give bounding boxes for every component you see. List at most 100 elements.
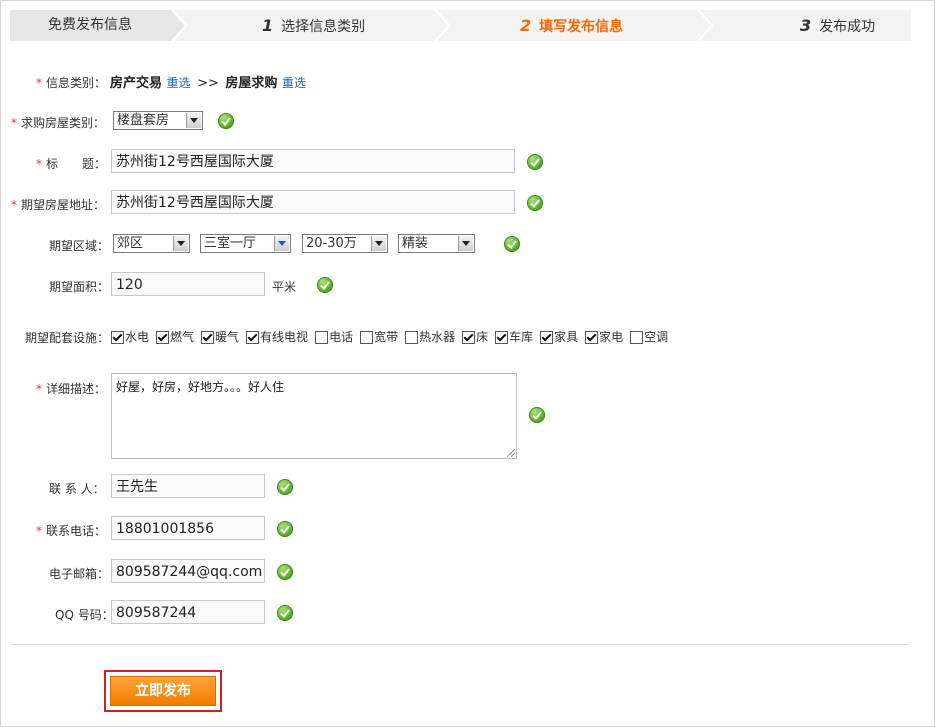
facility-checkbox[interactable] [111, 331, 124, 344]
qq-input[interactable]: 809587244 [111, 600, 265, 624]
facility-checkbox[interactable] [495, 331, 509, 344]
valid-check-icon [218, 113, 234, 129]
address-input[interactable]: 苏州街12号西屋国际大厦 [111, 190, 515, 214]
facility-option[interactable]: 宽带 [360, 330, 398, 344]
facility-checkbox[interactable] [201, 331, 215, 344]
facility-label: 电话 [329, 330, 354, 344]
region-label-text: 期望区域： [49, 239, 110, 253]
decoration-value: 精装 [402, 236, 429, 251]
facility-label: 空调 [644, 330, 669, 344]
facility-checkbox[interactable] [585, 331, 599, 344]
facility-checkbox[interactable] [246, 331, 260, 344]
reselect-secondary-link[interactable]: 重选 [282, 76, 306, 90]
email-input[interactable]: 809587244@qq.com [111, 559, 265, 583]
price-select[interactable]: 20-30万 [302, 234, 388, 253]
facility-option[interactable]: 家具 [540, 330, 578, 344]
step-label: 免费发布信息 [48, 17, 132, 33]
valid-check-icon [527, 195, 543, 211]
category-label-text: 信息类别： [46, 76, 107, 90]
size-value: 120 [116, 277, 143, 293]
facility-option[interactable]: 空调 [630, 330, 668, 344]
facility-label: 暖气 [215, 330, 240, 344]
district-value: 郊区 [117, 236, 144, 251]
valid-check-icon [277, 479, 293, 495]
size-input[interactable]: 120 [111, 272, 265, 296]
category-path: 房产交易 重选 >> 房屋求购 重选 [110, 72, 306, 91]
facility-checkbox[interactable] [156, 331, 170, 344]
size-label: 期望面积： [49, 278, 109, 295]
decoration-select[interactable]: 精装 [398, 234, 475, 253]
step-choose-category: 1 选择信息类别 [262, 10, 365, 41]
resize-grip-icon[interactable] [507, 449, 515, 457]
facility-checkbox[interactable] [462, 331, 476, 344]
rooms-select[interactable]: 三室一厅 [200, 234, 291, 253]
required-mark: * [36, 76, 42, 90]
phone-label-text: 联系电话： [46, 524, 107, 538]
phone-label: * 联系电话： [36, 522, 106, 539]
reselect-primary-link[interactable]: 重选 [167, 76, 191, 90]
required-mark: * [36, 524, 42, 538]
description-textarea[interactable]: 好屋，好房，好地方。。。好人住 [111, 373, 517, 459]
valid-check-icon [277, 605, 293, 621]
category-secondary: 房屋求购 [225, 76, 278, 91]
facility-option[interactable]: 车库 [495, 330, 533, 344]
facility-label: 燃气 [170, 330, 195, 344]
contact-label: 联 系 人： [49, 480, 105, 497]
submit-highlight: 立即发布 [104, 670, 222, 712]
facility-label: 家电 [599, 330, 624, 344]
contact-input[interactable]: 王先生 [111, 474, 265, 498]
facility-checkbox[interactable] [315, 331, 329, 344]
phone-input[interactable]: 18801001856 [111, 516, 265, 540]
house-type-label: * 求购房屋类别： [11, 114, 105, 131]
phone-value: 18801001856 [116, 521, 214, 537]
facility-label: 宽带 [374, 330, 399, 344]
facility-option[interactable]: 有线电视 [246, 330, 308, 344]
facility-checkbox[interactable] [360, 331, 374, 344]
facility-option[interactable]: 水电 [111, 330, 149, 344]
facility-checkbox[interactable] [540, 331, 554, 344]
required-mark: * [11, 116, 17, 130]
title-input[interactable]: 苏州街12号西屋国际大厦 [111, 149, 515, 173]
contact-value: 王先生 [116, 479, 158, 495]
qq-label-text: QQ 号码： [55, 608, 114, 622]
category-separator: >> [197, 76, 219, 91]
facility-option[interactable]: 热水器 [405, 330, 455, 344]
address-label-text: 期望房屋地址： [21, 198, 106, 212]
facility-option[interactable]: 燃气 [156, 330, 194, 344]
facility-option[interactable]: 电话 [315, 330, 353, 344]
facility-option[interactable]: 家电 [585, 330, 623, 344]
facility-checkbox[interactable] [405, 331, 419, 344]
step-label: 选择信息类别 [281, 19, 366, 35]
valid-check-icon [527, 154, 543, 170]
step-label: 发布成功 [819, 19, 876, 35]
title-label: * 标 题： [36, 155, 106, 172]
facility-option[interactable]: 暖气 [201, 330, 239, 344]
facility-checkbox[interactable] [630, 331, 644, 344]
facility-label: 车库 [509, 330, 534, 344]
title-label-text: 标 题： [46, 157, 107, 171]
valid-check-icon [529, 407, 545, 423]
required-mark: * [36, 382, 42, 396]
required-mark: * [36, 157, 42, 171]
facility-label: 水电 [125, 330, 150, 344]
district-select[interactable]: 郊区 [113, 234, 190, 253]
email-value: 809587244@qq.com [116, 564, 263, 580]
step-fill-info: 2 填写发布信息 [520, 10, 623, 41]
category-label: * 信息类别： [36, 74, 106, 91]
price-value: 20-30万 [306, 236, 357, 251]
qq-label: QQ 号码： [55, 606, 114, 623]
house-type-select[interactable]: 楼盘套房 [113, 111, 203, 130]
rooms-value: 三室一厅 [204, 236, 257, 251]
publish-now-button[interactable]: 立即发布 [110, 676, 216, 706]
steps-background [10, 10, 911, 41]
qq-value: 809587244 [116, 605, 197, 621]
facility-option[interactable]: 床 [462, 330, 488, 344]
description-label-text: 详细描述： [46, 382, 107, 396]
contact-label-text: 联 系 人： [49, 482, 105, 496]
facilities-label-text: 期望配套设施： [25, 331, 110, 345]
step-publish-success: 3 发布成功 [800, 10, 875, 41]
chevron-down-icon [371, 236, 386, 251]
step-number: 3 [800, 16, 812, 35]
step-number: 2 [520, 16, 532, 35]
chevron-down-icon [274, 236, 289, 251]
